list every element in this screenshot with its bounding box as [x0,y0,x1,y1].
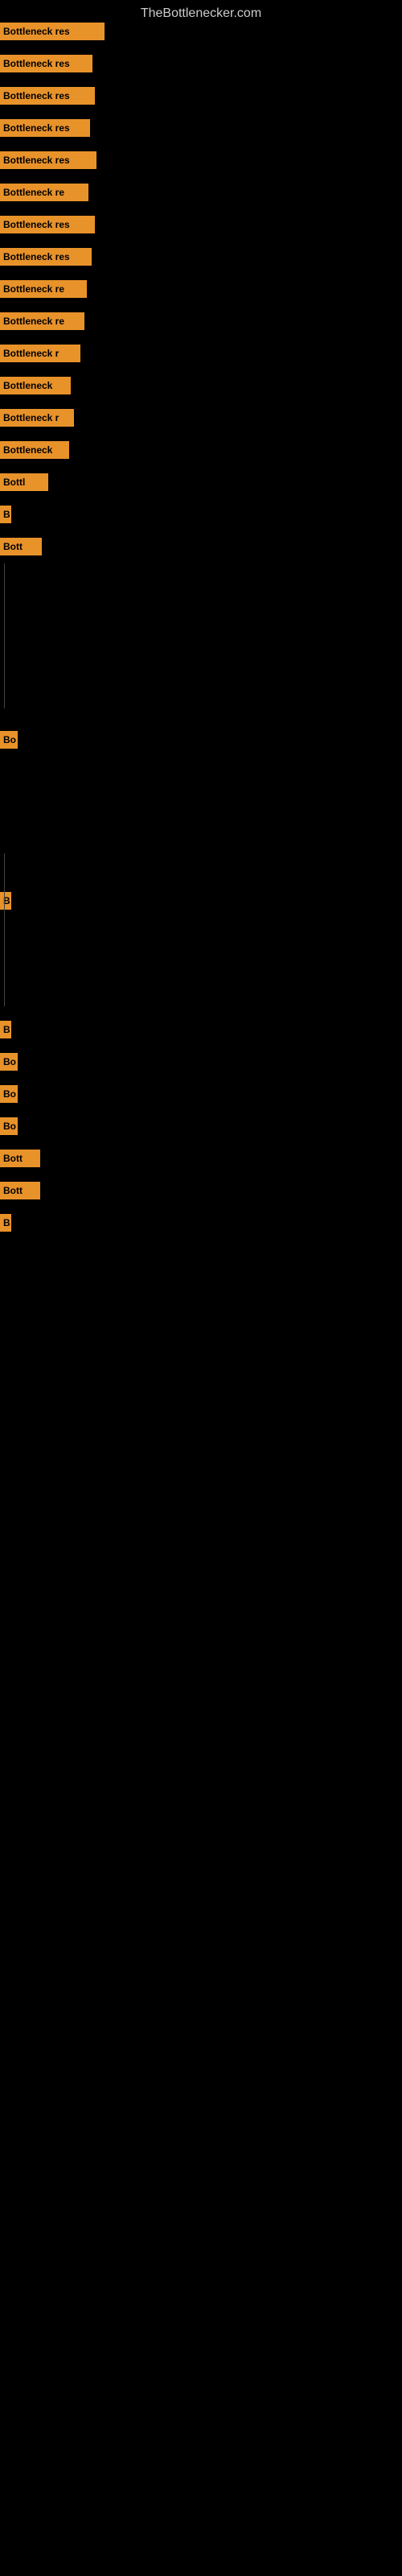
vertical-line-1 [4,853,5,1006]
bar-item-17: Bo [0,731,18,749]
bar-item-9: Bottleneck re [0,312,84,330]
bar-item-18: B [0,892,11,910]
bar-item-24: Bott [0,1182,40,1199]
bar-label-13: Bottleneck [0,441,69,459]
bar-item-6: Bottleneck res [0,216,95,233]
bar-label-24: Bott [0,1182,40,1199]
bar-item-19: B [0,1021,11,1038]
bar-item-16: Bott [0,538,42,555]
bar-label-18: B [0,892,11,910]
bar-item-10: Bottleneck r [0,345,80,362]
bar-label-5: Bottleneck re [0,184,88,201]
bar-label-0: Bottleneck res [0,23,105,40]
bar-label-14: Bottl [0,473,48,491]
bar-label-19: B [0,1021,11,1038]
bar-label-16: Bott [0,538,42,555]
bar-label-2: Bottleneck res [0,87,95,105]
bar-item-22: Bo [0,1117,18,1135]
bar-item-12: Bottleneck r [0,409,74,427]
bar-item-5: Bottleneck re [0,184,88,201]
bar-item-7: Bottleneck res [0,248,92,266]
bar-label-15: B [0,506,11,523]
bar-item-21: Bo [0,1085,18,1103]
bar-item-20: Bo [0,1053,18,1071]
bar-label-25: B [0,1214,11,1232]
bar-label-8: Bottleneck re [0,280,87,298]
bar-label-3: Bottleneck res [0,119,90,137]
bar-item-14: Bottl [0,473,48,491]
bar-label-7: Bottleneck res [0,248,92,266]
bar-label-12: Bottleneck r [0,409,74,427]
bar-label-1: Bottleneck res [0,55,92,72]
bar-item-3: Bottleneck res [0,119,90,137]
bar-label-6: Bottleneck res [0,216,95,233]
bar-label-20: Bo [0,1053,18,1071]
bar-item-15: B [0,506,11,523]
bar-label-17: Bo [0,731,18,749]
bar-label-9: Bottleneck re [0,312,84,330]
bar-label-23: Bott [0,1150,40,1167]
bar-item-0: Bottleneck res [0,23,105,40]
bar-item-8: Bottleneck re [0,280,87,298]
bar-item-11: Bottleneck [0,377,71,394]
bar-item-13: Bottleneck [0,441,69,459]
bar-label-10: Bottleneck r [0,345,80,362]
vertical-line-0 [4,564,5,708]
bar-label-4: Bottleneck res [0,151,96,169]
bar-item-25: B [0,1214,11,1232]
bar-item-1: Bottleneck res [0,55,92,72]
bar-item-23: Bott [0,1150,40,1167]
bar-item-2: Bottleneck res [0,87,95,105]
bar-label-22: Bo [0,1117,18,1135]
bar-label-11: Bottleneck [0,377,71,394]
bar-item-4: Bottleneck res [0,151,96,169]
bar-label-21: Bo [0,1085,18,1103]
